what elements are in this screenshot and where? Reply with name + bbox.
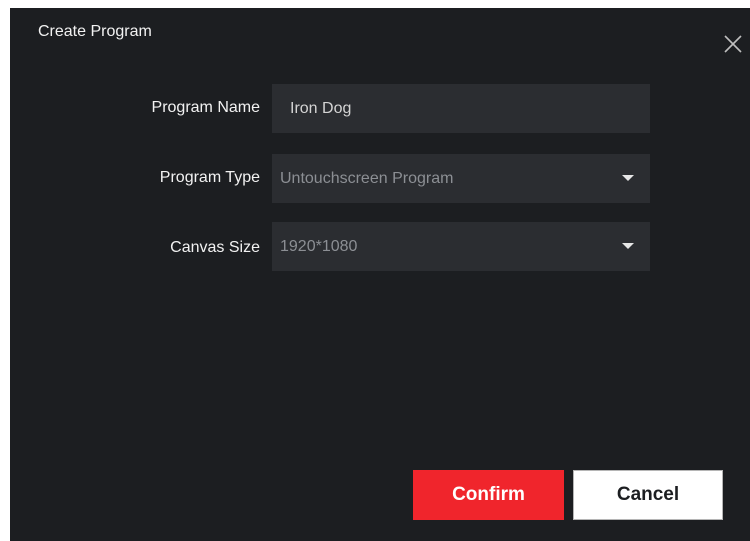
close-button[interactable] — [722, 33, 744, 55]
canvas-size-label: Canvas Size — [170, 239, 260, 256]
canvas-size-value: 1920*1080 — [280, 238, 358, 255]
program-name-input[interactable] — [272, 84, 650, 133]
program-type-value: Untouchscreen Program — [280, 170, 454, 187]
canvas-size-select[interactable]: 1920*1080 — [272, 222, 650, 271]
program-name-label: Program Name — [151, 99, 260, 116]
close-icon — [722, 33, 744, 55]
chevron-down-icon — [622, 243, 634, 249]
cancel-button[interactable]: Cancel — [573, 470, 723, 520]
chevron-down-icon — [622, 175, 634, 181]
dialog-title: Create Program — [38, 23, 152, 40]
create-program-dialog: Create Program Program Name Program Type… — [10, 8, 750, 541]
program-type-label: Program Type — [159, 169, 260, 186]
program-type-select[interactable]: Untouchscreen Program — [272, 154, 650, 203]
program-name-field[interactable] — [272, 84, 650, 133]
confirm-button[interactable]: Confirm — [413, 470, 564, 520]
